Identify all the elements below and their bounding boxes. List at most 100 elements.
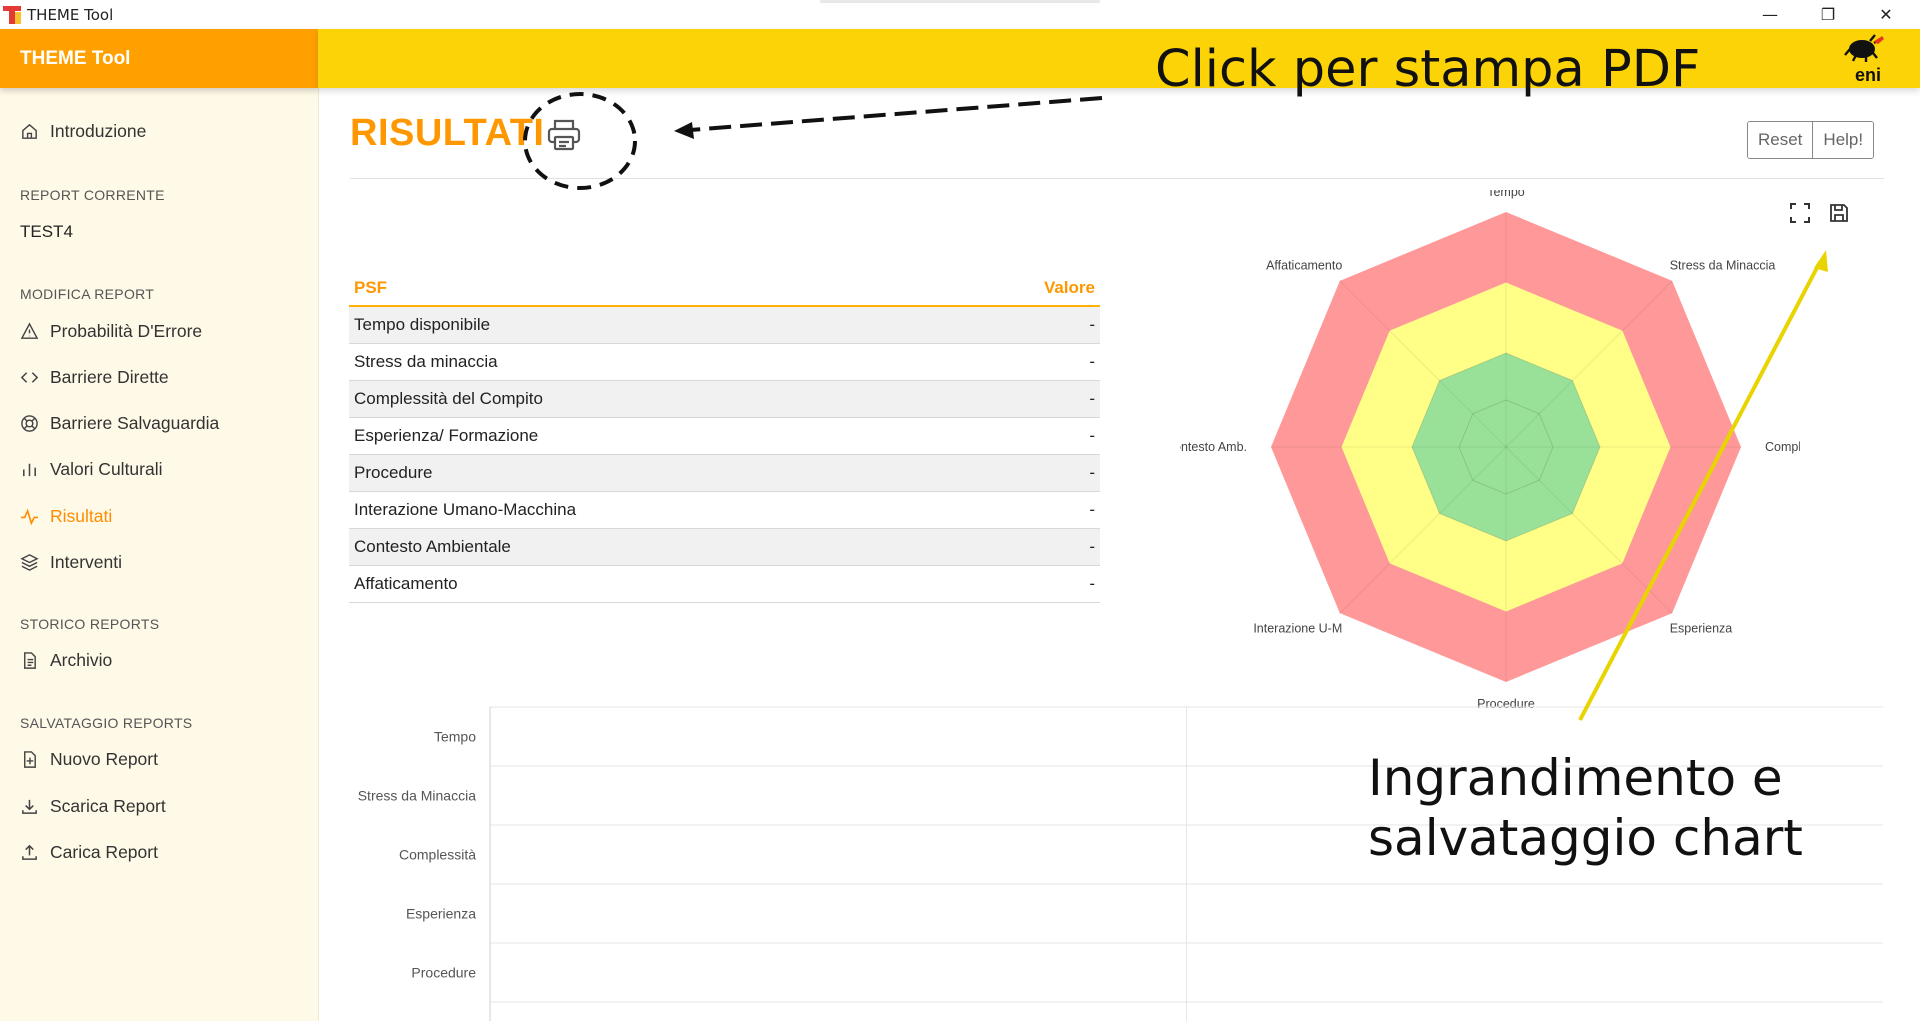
reset-button[interactable]: Reset [1748, 122, 1813, 158]
divider [350, 178, 1884, 179]
radar-axis-label: Stress da Minaccia [1670, 258, 1776, 272]
table-header-row: PSF Valore [349, 270, 1100, 307]
bar-category-label: Procedure [411, 965, 476, 981]
valore-cell: - [943, 491, 1100, 529]
radar-chart: Tempo Stress da Minaccia Complessità Esperi… [1180, 190, 1800, 710]
sidebar-item-archivio[interactable]: Archivio [20, 646, 112, 674]
sidebar-item-label: Scarica Report [50, 795, 166, 816]
table-row: Procedure - [349, 454, 1100, 492]
sidebar-item-nuovo-report[interactable]: Nuovo Report [20, 745, 158, 773]
chart-fullscreen-button[interactable] [1785, 198, 1815, 228]
sidebar: THEME Tool Introduzione REPORT CORRENTE … [0, 29, 319, 1021]
sidebar-item-probabilita[interactable]: Probabilità D'Errore [20, 317, 202, 345]
lifebuoy-icon [21, 414, 38, 432]
chart-save-button[interactable] [1824, 198, 1854, 228]
window-titlebar: THEME Tool — ❐ ✕ [0, 0, 1920, 29]
warning-icon [20, 321, 39, 339]
sidebar-item-label: Interventi [50, 551, 122, 572]
sidebar-item-risultati[interactable]: Risultati [20, 502, 112, 530]
layers-icon [20, 553, 39, 571]
table-row: Contesto Ambientale - [349, 528, 1100, 566]
table-row: Stress da minaccia - [349, 343, 1100, 381]
valore-cell: - [943, 343, 1100, 381]
sidebar-item-barriere-dirette[interactable]: Barriere Dirette [20, 363, 169, 391]
sidebar-item-label: Barriere Dirette [50, 366, 169, 387]
minimize-button[interactable]: — [1741, 0, 1799, 29]
table-row: Esperienza/ Formazione - [349, 417, 1100, 455]
page-title: RISULTATI [350, 112, 545, 154]
bar-category-label: Complessità [399, 847, 476, 863]
code-icon [20, 371, 39, 383]
column-header-psf[interactable]: PSF [349, 270, 944, 307]
download-icon [22, 799, 37, 814]
app-logo-icon [3, 6, 21, 24]
sidebar-item-label: Valori Culturali [50, 458, 163, 479]
section-report-corrente: REPORT CORRENTE [20, 187, 165, 203]
sidebar-item-label: Nuovo Report [50, 748, 158, 769]
bar-category-label: Stress da Minaccia [358, 788, 476, 804]
chart-arrow-head [1814, 250, 1828, 272]
section-modifica-report: MODIFICA REPORT [20, 286, 155, 302]
print-pdf-button[interactable] [544, 115, 584, 155]
psf-cell: Contesto Ambientale [349, 528, 944, 566]
printer-icon [547, 119, 581, 151]
sidebar-item-label: Risultati [50, 505, 113, 526]
sidebar-item-carica-report[interactable]: Carica Report [20, 838, 158, 866]
close-button[interactable]: ✕ [1857, 0, 1915, 29]
save-icon [1830, 204, 1848, 222]
bar-category-label: Tempo [434, 729, 476, 745]
window-title: THEME Tool [27, 6, 114, 24]
bar-category-label: Esperienza [406, 906, 476, 922]
upload-icon [22, 844, 37, 860]
radar-axis-label: Tempo [1487, 190, 1525, 199]
radar-axis-label: Complessità [1765, 440, 1800, 454]
brand-bar: THEME Tool [0, 29, 318, 88]
radar-axis-label: Contesto Amb. [1180, 440, 1247, 454]
psf-cell: Interazione Umano-Macchina [349, 491, 944, 529]
annotation-line: Ingrandimento e [1368, 749, 1783, 807]
file-plus-icon [24, 750, 36, 768]
column-header-valore[interactable]: Valore [943, 270, 1100, 307]
sidebar-item-label: Introduzione [50, 120, 147, 141]
psf-cell: Complessità del Compito [349, 380, 944, 418]
psf-cell: Procedure [349, 454, 944, 492]
brand-title[interactable]: THEME Tool [20, 48, 130, 70]
document-icon [24, 651, 36, 669]
sidebar-item-introduzione[interactable]: Introduzione [20, 117, 146, 145]
sidebar-item-scarica-report[interactable]: Scarica Report [20, 792, 166, 820]
titlebar-shadow [820, 0, 1100, 3]
annotation-chart-zoom: Ingrandimento e salvataggio chart [1368, 748, 1803, 868]
action-button-group: Reset Help! [1747, 121, 1875, 159]
sidebar-item-valori-culturali[interactable]: Valori Culturali [20, 455, 163, 483]
valore-cell: - [943, 454, 1100, 492]
bar-chart-icon [23, 463, 36, 476]
help-button[interactable]: Help! [1812, 122, 1874, 158]
fullscreen-icon [1790, 203, 1810, 223]
section-salvataggio-reports: SALVATAGGIO REPORTS [20, 715, 193, 731]
sidebar-item-label: Probabilità D'Errore [50, 320, 203, 341]
psf-cell: Tempo disponibile [349, 306, 944, 344]
psf-table: PSF Valore Tempo disponibile - Stress da… [349, 270, 1100, 603]
psf-cell: Stress da minaccia [349, 343, 944, 381]
radar-axis-label: Esperienza [1670, 622, 1733, 636]
annotation-line: salvataggio chart [1368, 809, 1803, 867]
psf-cell: Esperienza/ Formazione [349, 417, 944, 455]
sidebar-item-barriere-salvaguardia[interactable]: Barriere Salvaguardia [20, 409, 219, 437]
activity-icon [20, 507, 39, 525]
svg-text:eni: eni [1855, 65, 1881, 85]
section-storico-reports: STORICO REPORTS [20, 616, 160, 632]
valore-cell: - [943, 528, 1100, 566]
radar-axis-label: Interazione U-M [1253, 622, 1342, 636]
table-row: Interazione Umano-Macchina - [349, 491, 1100, 529]
sidebar-item-label: Carica Report [50, 841, 158, 862]
table-row: Complessità del Compito - [349, 380, 1100, 418]
annotation-print-pdf: Click per stampa PDF [1155, 40, 1701, 99]
sidebar-item-interventi[interactable]: Interventi [20, 548, 122, 576]
sidebar-item-label: Archivio [50, 649, 113, 670]
table-row: Affaticamento - [349, 565, 1100, 603]
restore-button[interactable]: ❐ [1799, 0, 1857, 29]
current-report-name: TEST4 [20, 222, 73, 241]
valore-cell: - [943, 565, 1100, 603]
table-row: Tempo disponibile - [349, 306, 1100, 344]
valore-cell: - [943, 417, 1100, 455]
